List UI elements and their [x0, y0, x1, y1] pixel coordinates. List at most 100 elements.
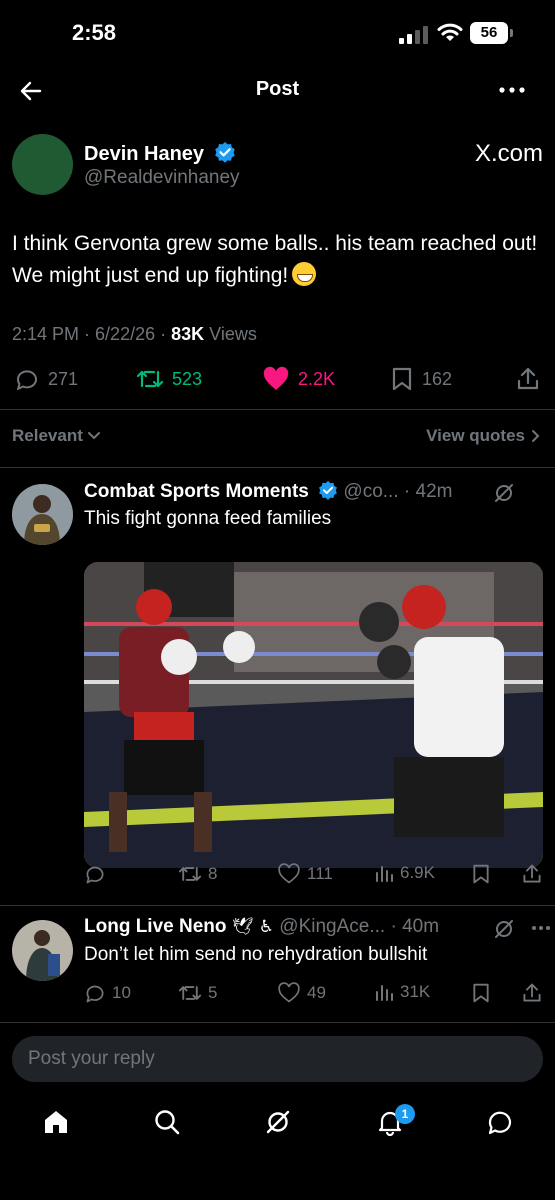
avatar-figure	[12, 484, 73, 545]
repost-icon	[178, 986, 202, 1000]
analytics-icon	[376, 866, 393, 882]
top-bar: Post	[0, 66, 555, 114]
reply-input[interactable]	[12, 1036, 543, 1082]
like-count: 111	[307, 864, 333, 883]
post-time: 2:14 PM	[12, 324, 80, 344]
separator-dot: ·	[390, 916, 403, 937]
repost-count: 8	[208, 864, 218, 883]
reply-author-name[interactable]: Long Live Neno	[84, 916, 227, 937]
sort-dropdown[interactable]: Relevant	[12, 426, 101, 446]
share-icon[interactable]	[521, 863, 543, 885]
like-button[interactable]: 2.2K	[262, 366, 335, 392]
like-count: 49	[307, 983, 326, 1002]
post-body: I think Gervonta grew some balls.. his t…	[12, 232, 538, 287]
reply-text: This fight gonna feed families	[84, 508, 332, 529]
bookmark-button[interactable]: 162	[390, 366, 452, 392]
share-icon[interactable]	[515, 366, 541, 392]
repost-button[interactable]: 523	[136, 366, 202, 392]
view-quotes-link[interactable]: View quotes	[426, 426, 541, 446]
reply-text: Don’t let him send no rehydration bullsh…	[84, 944, 428, 965]
view-quotes-label: View quotes	[426, 426, 525, 445]
repost-count: 5	[208, 983, 218, 1002]
reply-icon	[17, 370, 37, 390]
post-actions: 271 523 2.2K 162	[0, 366, 555, 398]
reply-button[interactable]: 271	[14, 366, 78, 392]
cellular-signal-icon	[399, 24, 429, 44]
wifi-icon	[437, 23, 463, 41]
page-title: Post	[255, 78, 300, 100]
avatar[interactable]	[12, 134, 73, 195]
grok-icon[interactable]	[264, 1108, 292, 1136]
post-text: I think Gervonta grew some balls.. his t…	[12, 228, 542, 292]
battery-nub	[510, 29, 513, 37]
video-media[interactable]	[84, 562, 543, 868]
reply-age: 42m	[415, 481, 453, 502]
views-label: Views	[209, 324, 257, 344]
grok-icon[interactable]	[493, 918, 515, 940]
heart-icon	[278, 982, 300, 1003]
repost-button[interactable]: 8	[178, 863, 217, 885]
heart-filled-icon	[263, 366, 289, 390]
search-icon[interactable]	[153, 1108, 181, 1136]
chevron-down-icon	[87, 432, 100, 440]
divider	[0, 905, 555, 906]
grinning-sweat-emoji-icon	[292, 262, 317, 286]
more-options-icon[interactable]	[531, 925, 551, 931]
separator-dot: ·	[403, 481, 416, 502]
repost-icon	[136, 370, 164, 388]
avatar[interactable]	[12, 484, 73, 545]
reply-icon	[86, 866, 104, 884]
post-date: 6/22/26	[95, 324, 156, 344]
status-time: 2:58	[72, 20, 117, 45]
reply-icon	[86, 985, 104, 1003]
like-button[interactable]: 111	[277, 863, 333, 885]
status-bar: 2:58 56	[0, 0, 555, 66]
grok-icon[interactable]	[493, 482, 515, 504]
author-handle[interactable]: @Realdevinhaney	[84, 167, 240, 189]
battery-indicator: 56	[470, 22, 508, 44]
post-author: Devin Haney @Realdevinhaney X.com	[12, 134, 543, 198]
more-options-icon[interactable]	[498, 86, 526, 94]
bookmark-icon[interactable]	[471, 982, 491, 1004]
notifications-badge: 1	[395, 1104, 415, 1124]
views-count: 83K	[171, 324, 205, 344]
reply-actions: 8 111 6.9K	[84, 863, 544, 889]
messages-icon[interactable]	[486, 1108, 514, 1136]
boxing-video-frame	[84, 562, 543, 868]
like-button[interactable]: 49	[277, 982, 326, 1004]
reply-author-name[interactable]: Combat Sports Moments	[84, 481, 309, 502]
name-emoji: 🕊 ♿	[231, 917, 275, 937]
repost-count: 523	[172, 368, 203, 389]
views-button[interactable]: 6.9K	[374, 863, 435, 883]
analytics-icon	[376, 985, 393, 1001]
avatar-figure	[12, 920, 73, 981]
reply-button[interactable]: 10	[84, 982, 131, 1004]
reply-author-handle[interactable]: @co...	[343, 481, 398, 502]
views-button[interactable]: 31K	[374, 982, 430, 1002]
like-count: 2.2K	[298, 368, 336, 389]
reply-composer[interactable]	[12, 1036, 543, 1082]
author-name-row[interactable]: Devin Haney	[84, 141, 236, 166]
bookmark-icon	[392, 367, 412, 391]
share-icon[interactable]	[521, 982, 543, 1004]
reply-count: 10	[112, 983, 131, 1002]
reply-button[interactable]	[84, 863, 112, 885]
reply-header: Combat Sports Moments @co... · 42m	[84, 480, 544, 506]
reply-header: Long Live Neno 🕊 ♿ @KingAce... · 40m	[84, 916, 544, 942]
divider	[0, 467, 555, 468]
reply-author-handle[interactable]: @KingAce...	[279, 916, 385, 937]
bookmark-count: 162	[422, 368, 453, 389]
reply-count: 271	[48, 368, 79, 389]
verified-badge-icon	[319, 480, 338, 500]
repost-icon	[178, 867, 202, 881]
avatar[interactable]	[12, 920, 73, 981]
reply-item[interactable]: Combat Sports Moments @co... · 42m This …	[0, 480, 555, 900]
author-name[interactable]: Devin Haney	[84, 143, 204, 165]
repost-button[interactable]: 5	[178, 982, 217, 1004]
heart-icon	[278, 863, 300, 884]
source-link[interactable]: X.com	[475, 140, 543, 168]
reply-item[interactable]: Long Live Neno 🕊 ♿ @KingAce... · 40m Don…	[0, 916, 555, 1016]
bookmark-icon[interactable]	[471, 863, 491, 885]
divider	[0, 409, 555, 410]
home-icon[interactable]	[42, 1108, 70, 1136]
